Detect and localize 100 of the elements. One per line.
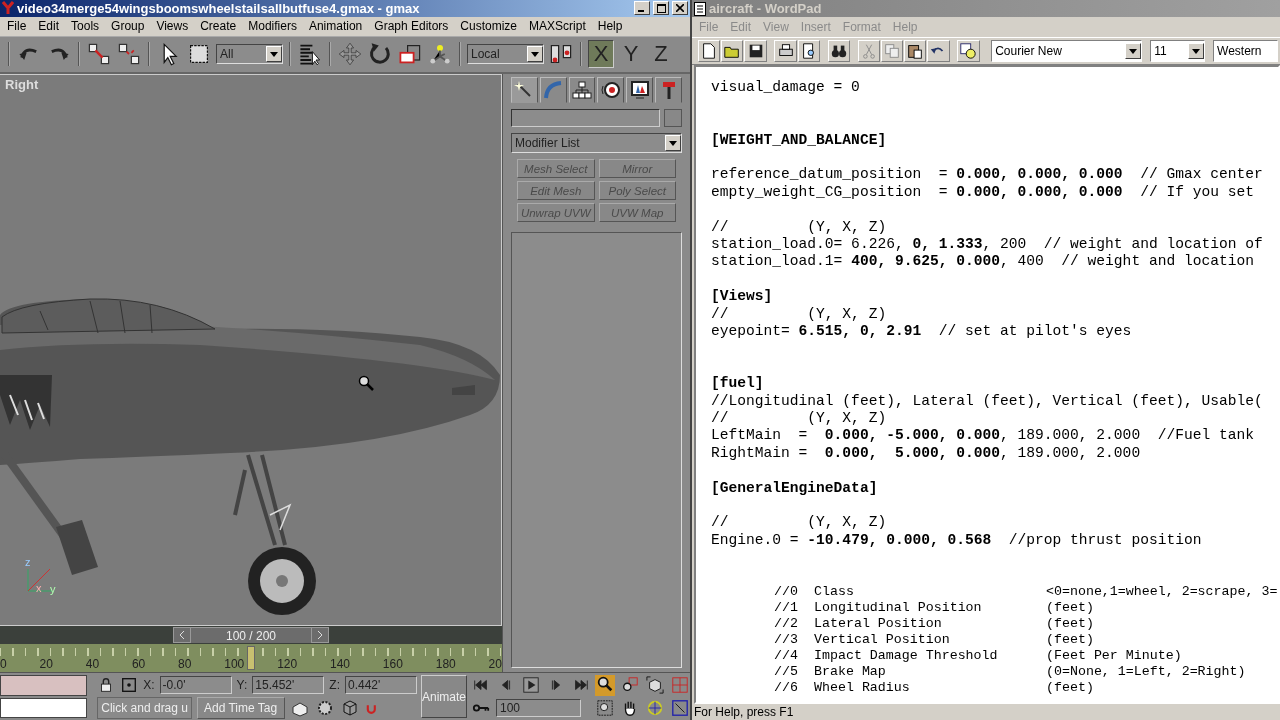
menu-item[interactable]: Customize bbox=[454, 19, 524, 34]
legend-unit: (feet) bbox=[1046, 616, 1095, 633]
menu-item[interactable]: Help bbox=[591, 19, 629, 34]
menu-item[interactable]: Graph Editors bbox=[368, 19, 455, 34]
caret-down-icon[interactable] bbox=[669, 140, 677, 146]
zoom-icon[interactable] bbox=[595, 674, 615, 693]
coordinate-label: Y: bbox=[236, 678, 248, 692]
caret-down-icon[interactable] bbox=[1129, 48, 1138, 54]
coordinate-field[interactable]: -0.0' bbox=[159, 676, 232, 694]
legend-name: Vertical Position bbox=[814, 632, 951, 649]
coordinate-system-dropdown[interactable]: Local bbox=[467, 44, 544, 65]
select-by-name-icon[interactable] bbox=[298, 42, 322, 67]
axis-label: z bbox=[25, 556, 31, 568]
script-input-field[interactable] bbox=[0, 675, 88, 696]
add-time-tag-button[interactable]: Add Time Tag bbox=[197, 697, 285, 719]
axis-label: y bbox=[50, 583, 56, 595]
caret-down-icon[interactable] bbox=[270, 51, 278, 57]
zoom-extents-icon[interactable] bbox=[645, 676, 665, 694]
selection-filter-dropdown[interactable]: All bbox=[216, 44, 283, 65]
chevron-left-icon[interactable] bbox=[179, 631, 185, 639]
menu-item[interactable]: Group bbox=[105, 19, 151, 34]
arc-rotate-icon[interactable] bbox=[645, 699, 665, 717]
caret-down-icon[interactable] bbox=[531, 51, 539, 57]
minimize-button[interactable] bbox=[634, 1, 650, 16]
close-icon[interactable] bbox=[676, 4, 684, 13]
caret-down-icon[interactable] bbox=[1192, 48, 1201, 54]
frame-tick-label: 140 bbox=[330, 657, 350, 671]
object-name-field[interactable] bbox=[511, 109, 660, 127]
unlink-icon[interactable] bbox=[117, 42, 141, 67]
axis-label: x bbox=[36, 582, 42, 594]
animate-button[interactable]: Animate bbox=[420, 675, 467, 718]
track-bar[interactable]: 0 20 40 60 80 100 120 140 160 180 20 bbox=[0, 644, 502, 672]
menu-item[interactable]: File bbox=[1, 19, 33, 34]
previous-frame-button[interactable] bbox=[173, 627, 191, 643]
rotate-icon[interactable] bbox=[368, 42, 392, 67]
modifier-list-dropdown[interactable]: Modifier List bbox=[511, 133, 682, 153]
close-button[interactable] bbox=[672, 1, 688, 16]
viewport-label[interactable]: Right bbox=[5, 77, 39, 92]
menu-item[interactable]: Edit bbox=[32, 19, 66, 34]
font-dropdown[interactable]: Courier New bbox=[991, 40, 1143, 62]
frame-tick-label: 180 bbox=[435, 657, 456, 671]
coordinate-field[interactable]: 15.452' bbox=[252, 676, 325, 694]
script-output-field[interactable] bbox=[0, 697, 88, 718]
document-page[interactable] bbox=[694, 65, 1280, 704]
code-line: //Longitudinal (feet), Lateral (feet), Vertical (feet), Usable( bbox=[711, 392, 1263, 411]
code-line: LeftMain = 0.000, -5.000, 0.000, 189.000, 2.000 //Fuel tank bbox=[711, 427, 1254, 445]
frame-tick-label: 120 bbox=[277, 657, 298, 671]
legend-code: //0 bbox=[774, 584, 799, 601]
selection-mode-icon[interactable] bbox=[120, 676, 139, 694]
coordinate-label: Z: bbox=[329, 678, 340, 692]
move-icon[interactable] bbox=[338, 42, 362, 67]
window-title: aircraft - WordPad bbox=[709, 1, 823, 16]
legend-unit: (0=None, 1=Left, 2=Right) bbox=[1046, 664, 1247, 681]
next-frame-button[interactable] bbox=[311, 627, 329, 643]
zoom-cursor-icon bbox=[358, 375, 374, 391]
script-dropdown[interactable]: Western bbox=[1213, 40, 1279, 62]
region-zoom-icon[interactable] bbox=[595, 699, 615, 717]
legend-code: //3 bbox=[774, 632, 799, 649]
time-marker[interactable] bbox=[247, 646, 255, 670]
code-line: // (Y, X, Z) bbox=[711, 514, 887, 532]
date-time-icon[interactable] bbox=[959, 42, 978, 60]
legend-code: //5 bbox=[774, 664, 799, 681]
maximize-viewport-icon[interactable] bbox=[670, 699, 690, 717]
prompt-text: Click and drag u bbox=[97, 697, 192, 719]
menu-item[interactable]: Modifiers bbox=[242, 19, 303, 34]
object-color-swatch[interactable] bbox=[664, 109, 682, 127]
frame-tick-label: 100 bbox=[224, 657, 245, 671]
link-icon[interactable] bbox=[87, 42, 111, 67]
code-line: station_load.1= 400, 9.625, 0.000, 400 // weight and location bbox=[711, 253, 1254, 271]
app-logo-icon bbox=[2, 1, 14, 16]
axis-constraint-button[interactable]: Y bbox=[618, 40, 644, 69]
current-frame-field[interactable]: 100 bbox=[496, 699, 581, 717]
section-heading: [GeneralEngineData] bbox=[711, 479, 878, 498]
section-heading: [fuel] bbox=[711, 375, 764, 393]
legend-name: Brake Map bbox=[814, 664, 887, 681]
zoom-all-icon[interactable] bbox=[620, 676, 640, 694]
menu-item[interactable]: Tools bbox=[65, 19, 106, 34]
frame-tick-label: 60 bbox=[131, 657, 146, 671]
frame-tick-label: 160 bbox=[382, 657, 403, 671]
legend-unit: (feet) bbox=[1046, 632, 1095, 649]
frame-tick-label: 80 bbox=[178, 657, 192, 671]
font-size-dropdown[interactable]: 11 bbox=[1150, 40, 1206, 62]
legend-name: Wheel Radius bbox=[814, 680, 911, 697]
legend-unit: <0=none,1=wheel, 2=scrape, 3= bbox=[1046, 584, 1278, 601]
menu-item[interactable]: Views bbox=[150, 19, 195, 34]
code-line: // (Y, X, Z) bbox=[711, 410, 887, 428]
play-icon[interactable] bbox=[521, 676, 541, 694]
paste-clipboard-icon[interactable] bbox=[906, 42, 925, 60]
menu-item[interactable]: Create bbox=[194, 19, 243, 34]
axis-constraint-button[interactable]: Z bbox=[648, 40, 674, 69]
document-icon bbox=[694, 1, 706, 16]
chevron-right-icon[interactable] bbox=[317, 631, 323, 639]
legend-name: Lateral Position bbox=[814, 616, 943, 633]
code-line: station_load.0= 6.226, 0, 1.333, 200 // weight and location of bbox=[711, 236, 1263, 254]
cube-icon[interactable] bbox=[340, 698, 360, 718]
menu-item[interactable]: Animation bbox=[302, 19, 369, 34]
axis-constraint-button[interactable]: X bbox=[588, 40, 614, 69]
menu-item[interactable]: MAXScript bbox=[523, 19, 592, 34]
legend-code: //1 bbox=[774, 600, 799, 617]
coordinate-field[interactable]: 0.442' bbox=[344, 676, 417, 694]
